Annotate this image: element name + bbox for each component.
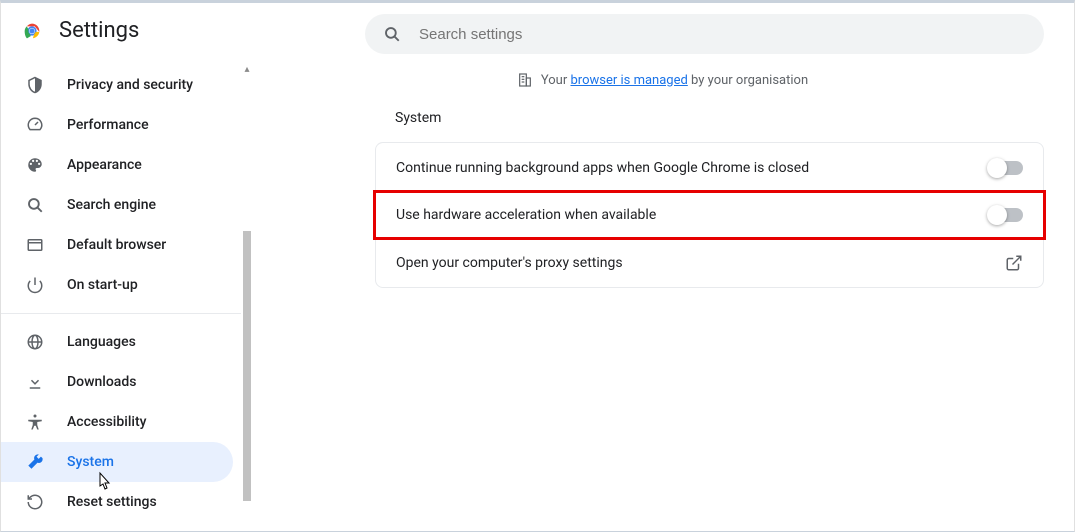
managed-notice: Your browser is managed by your organisa… bbox=[275, 72, 1050, 88]
sidebar-item-system[interactable]: System bbox=[1, 442, 233, 482]
section-title: System bbox=[395, 110, 1050, 126]
sidebar-item-privacy[interactable]: Privacy and security bbox=[1, 65, 233, 105]
row-label: Continue running background apps when Go… bbox=[396, 160, 809, 176]
accessibility-icon bbox=[25, 413, 45, 431]
speedometer-icon bbox=[25, 116, 45, 134]
managed-suffix: by your organisation bbox=[688, 73, 808, 88]
wrench-icon bbox=[25, 453, 45, 471]
shield-icon bbox=[25, 76, 45, 94]
search-input[interactable] bbox=[419, 26, 1026, 43]
download-icon bbox=[25, 373, 45, 391]
managed-prefix: Your bbox=[541, 73, 571, 88]
building-icon bbox=[517, 72, 533, 88]
sidebar-item-appearance[interactable]: Appearance bbox=[1, 145, 233, 185]
nav-section: Privacy and security Performance Appeara… bbox=[1, 61, 241, 522]
scrollbar-thumb[interactable] bbox=[243, 231, 251, 501]
main-content: Your browser is managed by your organisa… bbox=[251, 3, 1074, 531]
row-proxy-settings[interactable]: Open your computer's proxy settings bbox=[376, 237, 1043, 287]
sidebar-item-label: Search engine bbox=[67, 197, 156, 213]
sidebar-item-label: Privacy and security bbox=[67, 77, 193, 93]
palette-icon bbox=[25, 156, 45, 174]
sidebar-item-default-browser[interactable]: Default browser bbox=[1, 225, 233, 265]
settings-title: Settings bbox=[59, 18, 139, 43]
external-link-icon bbox=[1005, 254, 1023, 272]
sidebar-item-label: Default browser bbox=[67, 237, 166, 253]
sidebar-item-label: Accessibility bbox=[67, 414, 146, 430]
sidebar: Settings Privacy and security Performanc… bbox=[1, 3, 251, 531]
sidebar-item-label: Appearance bbox=[67, 157, 142, 173]
row-label: Use hardware acceleration when available bbox=[396, 207, 656, 223]
power-icon bbox=[25, 276, 45, 294]
toggle-background-apps[interactable] bbox=[989, 161, 1023, 175]
search-bar[interactable] bbox=[365, 14, 1044, 54]
sidebar-item-on-startup[interactable]: On start-up bbox=[1, 265, 233, 305]
sidebar-item-label: Reset settings bbox=[67, 494, 157, 510]
sidebar-item-label: Performance bbox=[67, 117, 149, 133]
row-background-apps[interactable]: Continue running background apps when Go… bbox=[376, 143, 1043, 193]
search-icon bbox=[383, 25, 401, 43]
chrome-logo-icon bbox=[21, 20, 43, 42]
scroll-up-arrow-icon[interactable]: ▴ bbox=[243, 66, 251, 74]
sidebar-item-accessibility[interactable]: Accessibility bbox=[1, 402, 233, 442]
brand-row: Settings bbox=[1, 18, 241, 61]
sidebar-item-label: On start-up bbox=[67, 277, 138, 293]
search-icon bbox=[25, 196, 45, 214]
sidebar-divider bbox=[1, 313, 241, 314]
managed-link[interactable]: browser is managed bbox=[570, 73, 687, 88]
sidebar-item-label: Languages bbox=[67, 334, 136, 350]
sidebar-item-downloads[interactable]: Downloads bbox=[1, 362, 233, 402]
sidebar-item-label: System bbox=[67, 454, 114, 470]
sidebar-item-search-engine[interactable]: Search engine bbox=[1, 185, 233, 225]
globe-icon bbox=[25, 333, 45, 351]
reset-icon bbox=[25, 493, 45, 511]
sidebar-item-performance[interactable]: Performance bbox=[1, 105, 233, 145]
toggle-hardware-acceleration[interactable] bbox=[989, 208, 1023, 222]
settings-card: Continue running background apps when Go… bbox=[375, 142, 1044, 288]
sidebar-item-label: Downloads bbox=[67, 374, 136, 390]
sidebar-item-reset[interactable]: Reset settings bbox=[1, 482, 233, 522]
browser-icon bbox=[25, 236, 45, 254]
row-label: Open your computer's proxy settings bbox=[396, 255, 623, 271]
sidebar-item-languages[interactable]: Languages bbox=[1, 322, 233, 362]
row-hardware-acceleration[interactable]: Use hardware acceleration when available bbox=[373, 190, 1046, 240]
sidebar-scrollbar[interactable]: ▴ bbox=[243, 66, 251, 531]
